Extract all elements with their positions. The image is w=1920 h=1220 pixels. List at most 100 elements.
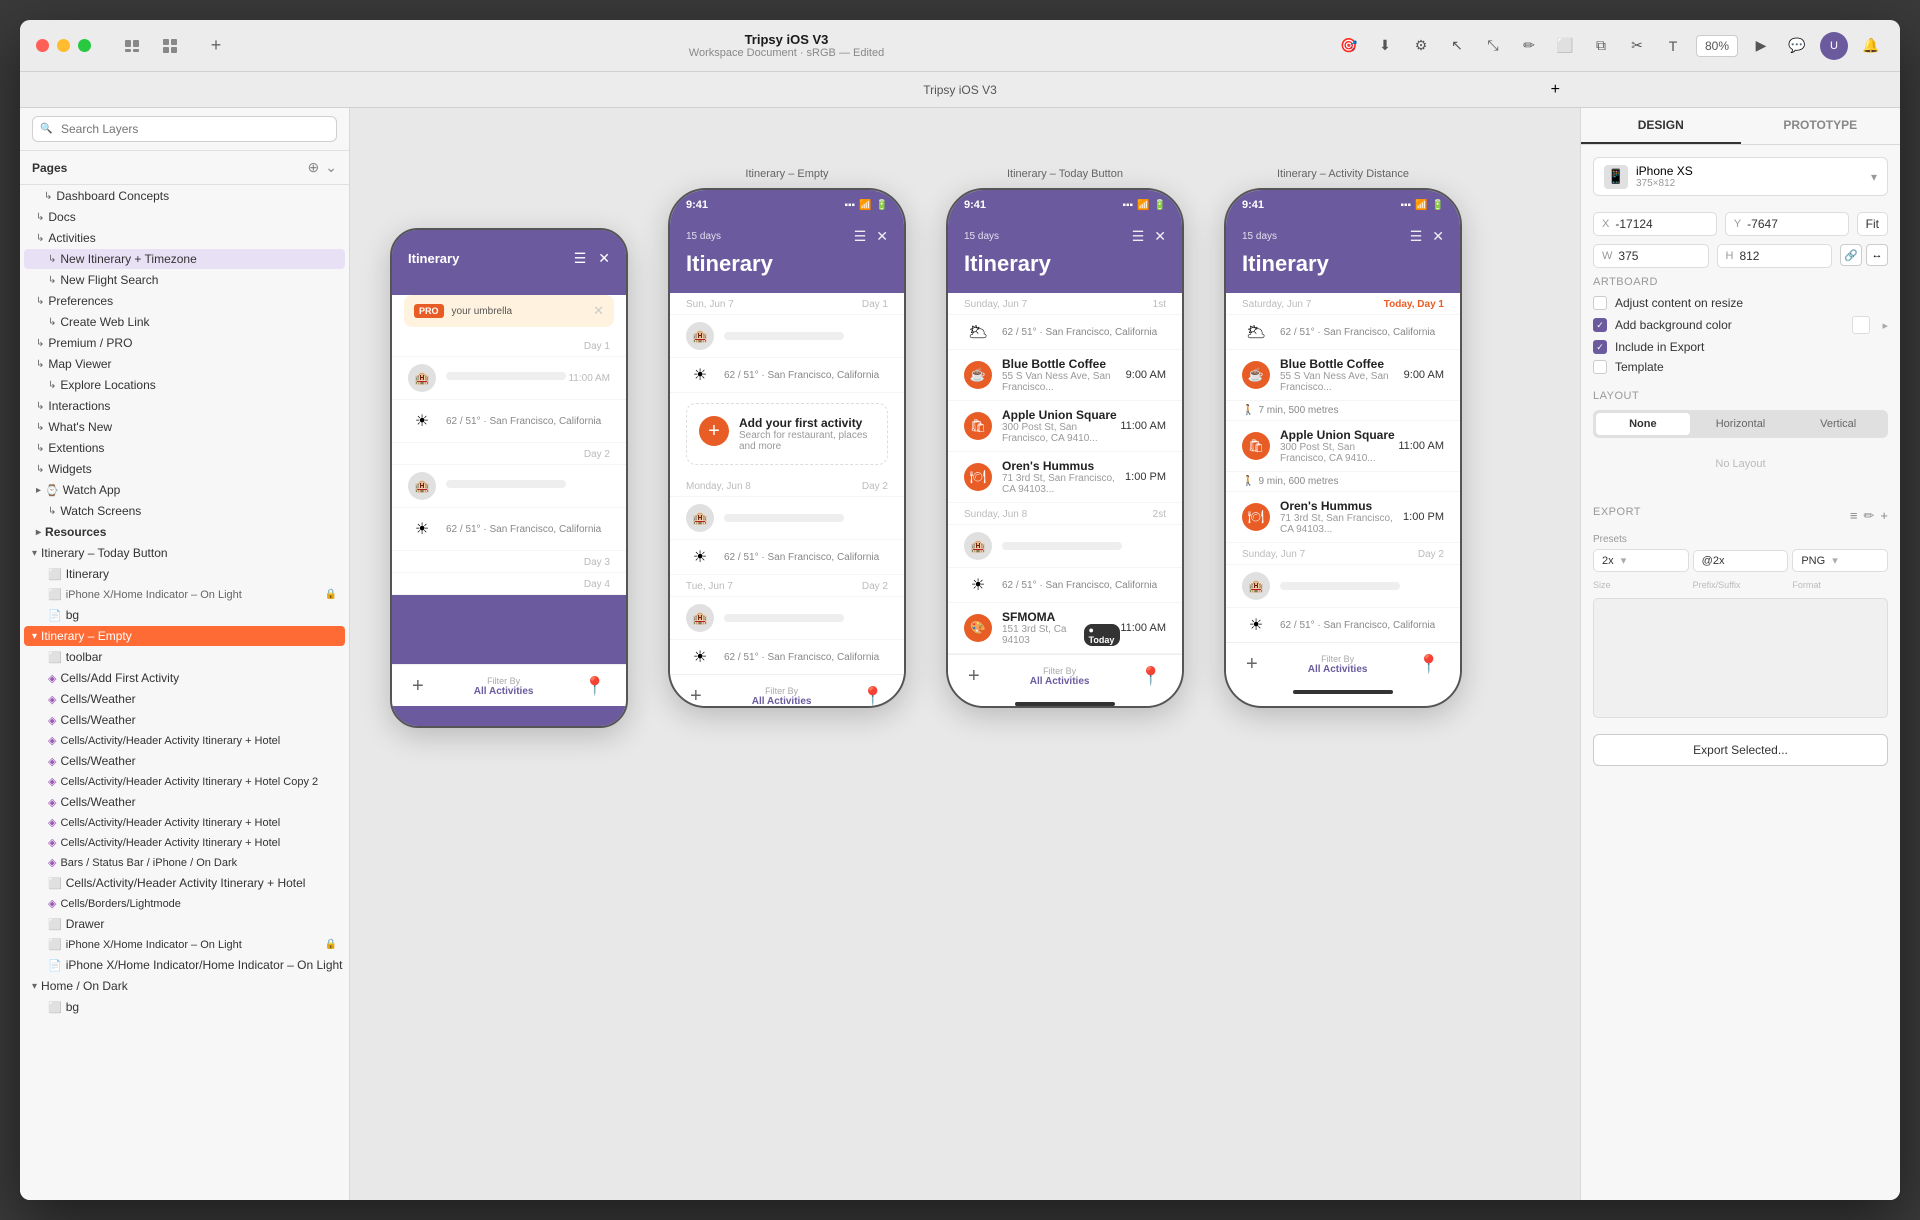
sidebar-item-cells-weather3[interactable]: ◈ Cells/Weather — [24, 751, 345, 771]
pen-icon[interactable]: ✏ — [1516, 33, 1542, 59]
sidebar-item-interactions[interactable]: ↳ Interactions — [24, 396, 345, 416]
sidebar-item-toolbar[interactable]: ⬜ toolbar — [24, 647, 345, 667]
sidebar-item-cells-weather2[interactable]: ◈ Cells/Weather — [24, 710, 345, 730]
sidebar-item-cells-weather1[interactable]: ◈ Cells/Weather — [24, 689, 345, 709]
sidebar-item-resources[interactable]: ▸ Resources — [24, 522, 345, 542]
sidebar-item-widgets[interactable]: ↳ Widgets — [24, 459, 345, 479]
p4-filter-link[interactable]: All Activities — [1308, 664, 1368, 675]
p3-map-icon[interactable]: 📍 — [1140, 666, 1162, 687]
close-icon[interactable]: ✕ — [876, 228, 888, 245]
sidebar-item-cells-activity2[interactable]: ◈ Cells/Activity/Header Activity Itinera… — [24, 813, 345, 832]
menu-icon[interactable]: ☰ — [854, 228, 867, 245]
p4-map-icon[interactable]: 📍 — [1418, 654, 1440, 675]
include-export-checkbox[interactable] — [1593, 340, 1607, 354]
search-input[interactable] — [32, 116, 337, 142]
sidebar-item-explore[interactable]: ↳ Explore Locations — [24, 375, 345, 395]
sidebar-item-activities[interactable]: ↳ Activities — [24, 228, 345, 248]
cut-icon[interactable]: ✂ — [1624, 33, 1650, 59]
sidebar-item-whats-new[interactable]: ↳ What's New — [24, 417, 345, 437]
sidebar-item-toolbar2[interactable]: ⬜ bg — [24, 997, 345, 1017]
grid-icon[interactable] — [157, 33, 183, 59]
p4-add-btn[interactable]: + — [1246, 653, 1258, 676]
flip-icon[interactable]: ↔ — [1866, 244, 1888, 266]
sidebar-item-docs[interactable]: ↳ Docs — [24, 207, 345, 227]
download-icon[interactable]: ⬇ — [1372, 33, 1398, 59]
files-icon[interactable] — [119, 33, 145, 59]
height-field[interactable]: H 812 — [1717, 244, 1833, 268]
sidebar-item-extensions[interactable]: ↳ Extentions — [24, 438, 345, 458]
sidebar-item-bars-status[interactable]: ◈ Bars / Status Bar / iPhone / On Dark — [24, 853, 345, 872]
sidebar-item-cells-activity-copy[interactable]: ◈ Cells/Activity/Header Activity Itinera… — [24, 772, 345, 791]
sidebar-item-itinerary-today[interactable]: ▾ Itinerary – Today Button — [24, 543, 345, 563]
resize-icon[interactable]: ⤡ — [1480, 33, 1506, 59]
sidebar-item-cells-add[interactable]: ◈ Cells/Add First Activity — [24, 668, 345, 688]
lock-ratio-icon[interactable]: 🔗 — [1840, 244, 1862, 266]
p1-add-icon[interactable]: + — [412, 675, 424, 698]
notification-icon[interactable]: 🔔 — [1858, 33, 1884, 59]
tab-design[interactable]: DESIGN — [1581, 108, 1741, 144]
sidebar-item-create-web[interactable]: ↳ Create Web Link — [24, 312, 345, 332]
sidebar-item-watch-app[interactable]: ▸ ⌚ Watch App — [24, 480, 345, 500]
text-icon[interactable]: T — [1660, 33, 1686, 59]
bg-color-more-icon[interactable]: ▸ — [1882, 319, 1888, 332]
p4-menu-icon[interactable]: ☰ — [1410, 228, 1423, 245]
adjust-checkbox[interactable] — [1593, 296, 1607, 310]
cursor-icon[interactable]: ↖ — [1444, 33, 1470, 59]
template-checkbox[interactable] — [1593, 360, 1607, 374]
export-add-icon[interactable]: + — [1880, 508, 1888, 524]
sidebar-item-itinerary-banner[interactable]: ▾ Home / On Dark — [24, 976, 345, 996]
sidebar-item-iphone-home2[interactable]: ⬜ iPhone X/Home Indicator – On Light 🔒 — [24, 935, 345, 954]
sidebar-item-new-flight[interactable]: ↳ New Flight Search — [24, 270, 345, 290]
sidebar-item-iphone-home[interactable]: ⬜ iPhone X/Home Indicator – On Light 🔒 — [24, 585, 345, 604]
p2-add-btn[interactable]: + — [690, 685, 702, 708]
add-button[interactable]: + — [203, 33, 229, 59]
sidebar-item-watch-screens[interactable]: ↳ Watch Screens — [24, 501, 345, 521]
export-format-field[interactable]: PNG ▾ — [1792, 549, 1888, 572]
p3-add-btn[interactable]: + — [968, 665, 980, 688]
coord-x-field[interactable]: X -17124 — [1593, 212, 1717, 236]
sidebar-item-bg[interactable]: 📄 bg — [24, 605, 345, 625]
fullscreen-button[interactable] — [78, 39, 91, 52]
p1-filter-link[interactable]: All Activities — [474, 686, 534, 697]
pages-add-icon[interactable]: ⊕ — [308, 159, 320, 176]
artboard-icon[interactable]: ⬜ — [1552, 33, 1578, 59]
close-button[interactable] — [36, 39, 49, 52]
minimize-button[interactable] — [57, 39, 70, 52]
banner-close-icon[interactable]: ✕ — [593, 303, 604, 319]
sidebar-item-map-viewer[interactable]: ↳ Map Viewer — [24, 354, 345, 374]
coord-y-field[interactable]: Y -7647 — [1725, 212, 1849, 236]
zoom-display[interactable]: 80% — [1696, 35, 1738, 57]
sidebar-item-preferences[interactable]: ↳ Preferences — [24, 291, 345, 311]
p2-add-activity[interactable]: + Add your first activity Search for res… — [686, 403, 888, 465]
bg-color-swatch[interactable] — [1852, 316, 1870, 334]
sidebar-item-cells-activity1[interactable]: ◈ Cells/Activity/Header Activity Itinera… — [24, 731, 345, 750]
tab-prototype[interactable]: PROTOTYPE — [1741, 108, 1901, 144]
sidebar-item-itinerary-sub[interactable]: ⬜ Itinerary — [24, 564, 345, 584]
target-icon[interactable]: 🎯 — [1336, 33, 1362, 59]
settings-icon[interactable]: ⚙ — [1408, 33, 1434, 59]
p3-filter-link[interactable]: All Activities — [1030, 676, 1090, 687]
layout-vertical-btn[interactable]: Vertical — [1791, 413, 1885, 435]
export-edit-icon[interactable]: ✏ — [1864, 508, 1875, 524]
sidebar-item-cells-borders[interactable]: ◈ Cells/Borders/Lightmode — [24, 894, 345, 913]
device-selector[interactable]: 📱 iPhone XS 375×812 ▾ — [1593, 157, 1888, 196]
fit-button[interactable]: Fit — [1857, 212, 1888, 236]
p2-filter-link[interactable]: All Activities — [752, 696, 812, 707]
p3-menu-icon[interactable]: ☰ — [1132, 228, 1145, 245]
tab-add-button[interactable]: + — [1551, 81, 1560, 99]
avatar[interactable]: U — [1820, 32, 1848, 60]
pages-expand-icon[interactable]: ⌄ — [325, 159, 337, 176]
sidebar-item-dashboard[interactable]: ↳ Dashboard Concepts — [24, 186, 345, 206]
width-field[interactable]: W 375 — [1593, 244, 1709, 268]
sidebar-item-bg2[interactable]: 📄 iPhone X/Home Indicator/Home Indicator… — [24, 955, 345, 975]
export-prefix-field[interactable]: @2x — [1693, 550, 1789, 572]
export-size-field[interactable]: 2x ▾ — [1593, 549, 1689, 572]
layout-none-btn[interactable]: None — [1596, 413, 1690, 435]
copy-icon[interactable]: ⧉ — [1588, 33, 1614, 59]
p3-close-icon[interactable]: ✕ — [1154, 228, 1166, 245]
sidebar-item-cells-activity3[interactable]: ◈ Cells/Activity/Header Activity Itinera… — [24, 833, 345, 852]
sidebar-item-drawer2[interactable]: ⬜ Drawer — [24, 914, 345, 934]
chat-icon[interactable]: 💬 — [1784, 33, 1810, 59]
layout-horizontal-btn[interactable]: Horizontal — [1694, 413, 1788, 435]
sidebar-item-cells-weather4[interactable]: ◈ Cells/Weather — [24, 792, 345, 812]
